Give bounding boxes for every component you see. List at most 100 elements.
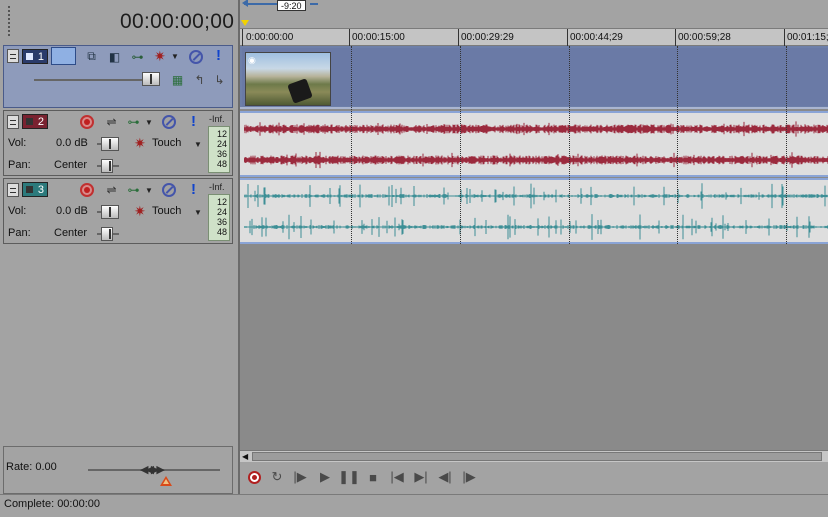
scrollbar-thumb[interactable] <box>252 452 822 461</box>
volume-label: Vol: <box>8 205 27 217</box>
automation-dropdown-icon[interactable]: ▼ <box>194 140 202 149</box>
volume-slider-handle[interactable] <box>101 205 119 219</box>
time-display: 00:00:00;00 <box>120 10 235 33</box>
make-parent-icon[interactable]: ↰ <box>192 72 207 87</box>
loop-start-icon[interactable] <box>242 0 248 7</box>
status-bar: Complete: 00:00:00 <box>0 494 828 517</box>
previous-frame-button[interactable]: ◀| <box>436 469 454 485</box>
marker-bar[interactable]: -9:20 <box>240 0 828 28</box>
solo-button[interactable]: ! <box>216 47 221 64</box>
next-frame-button[interactable]: |▶ <box>460 469 478 485</box>
track-motion-icon[interactable]: ⧉ <box>84 49 99 64</box>
meter-mark: 24 <box>216 207 227 217</box>
track-collapse-button[interactable] <box>7 49 19 63</box>
automation-dropdown-icon[interactable]: ▼ <box>171 52 179 61</box>
loop-region-end[interactable] <box>310 3 318 5</box>
audio-level-meter: 12 24 36 48 <box>208 126 230 173</box>
track-collapse-button[interactable] <box>7 115 19 129</box>
audio-track-2-header[interactable]: 2 ⇌ ⊶ ▼ ! -Inf. Vol: 0.0 dB ✷ Touch ▼ Pa… <box>3 110 233 176</box>
rate-marker-icon[interactable] <box>160 476 172 486</box>
gridline <box>786 46 787 244</box>
audio-track-2-lane[interactable] <box>240 111 828 177</box>
pan-label: Pan: <box>8 227 31 239</box>
ruler-label: 00:00:15:00 <box>352 32 405 43</box>
video-thumbnail: ◉ <box>245 52 331 106</box>
track-collapse-button[interactable] <box>7 183 19 197</box>
play-from-start-button[interactable]: |▶ <box>291 469 309 485</box>
audio-waveform-2[interactable] <box>244 113 828 175</box>
arm-record-button[interactable] <box>80 115 94 129</box>
gridline <box>677 46 678 244</box>
audio-track-3-header[interactable]: 3 ⇌ ⊶ ▼ ! -Inf. Vol: 0.0 dB ✷ Touch ▼ Pa… <box>3 178 233 244</box>
video-track-header[interactable]: 1 ⧉ ◧ ⊶ ✷ ▼ ! ▦ ↰ ↳ <box>3 45 233 108</box>
ruler-tick <box>784 29 785 46</box>
pan-slider-handle[interactable] <box>101 227 113 241</box>
ruler-tick <box>675 29 676 46</box>
automation-mode[interactable]: Touch <box>152 205 181 217</box>
panel-grip-handle[interactable] <box>8 6 14 36</box>
ruler-label: 00:00:29:29 <box>461 32 514 43</box>
video-event[interactable]: ◉ <box>242 48 828 106</box>
mute-button[interactable] <box>162 115 176 129</box>
go-to-start-button[interactable]: |◀ <box>388 469 406 485</box>
invert-phase-icon[interactable]: ⇌ <box>104 182 119 197</box>
automation-dropdown-icon[interactable]: ▼ <box>194 208 202 217</box>
track-name-field[interactable] <box>51 47 76 65</box>
solo-button[interactable]: ! <box>191 113 196 130</box>
loop-region-bar[interactable] <box>244 3 280 5</box>
playhead-marker-icon[interactable] <box>241 20 249 26</box>
audio-track-3-lane[interactable] <box>240 178 828 244</box>
gridline <box>460 46 461 244</box>
volume-label: Vol: <box>8 137 27 149</box>
arm-record-button[interactable] <box>80 183 94 197</box>
ruler-label: 00:00:44;29 <box>570 32 623 43</box>
mute-button[interactable] <box>189 50 203 64</box>
mute-button[interactable] <box>162 183 176 197</box>
go-to-end-button[interactable]: ▶| <box>412 469 430 485</box>
ruler-label: 00:00:59;28 <box>678 32 731 43</box>
automation-settings-icon[interactable]: ✷ <box>134 203 146 220</box>
pan-value: Center <box>54 227 88 239</box>
pan-slider-handle[interactable] <box>101 159 113 173</box>
track-fx-icon[interactable]: ⊶ <box>126 114 141 129</box>
time-ruler[interactable]: 0:00:00:00 00:00:15:00 00:00:29:29 00:00… <box>240 28 828 46</box>
level-slider-handle[interactable] <box>142 72 160 86</box>
compositor-icon[interactable]: ▦ <box>170 72 185 87</box>
ruler-tick <box>242 29 243 46</box>
track-fx-icon[interactable]: ⊶ <box>126 182 141 197</box>
horizontal-scrollbar[interactable]: ◀ <box>240 450 828 462</box>
volume-slider-handle[interactable] <box>101 137 119 151</box>
scroll-left-icon[interactable]: ◀ <box>242 452 248 461</box>
automation-mode[interactable]: Touch <box>152 137 181 149</box>
rate-slider-handle-icon[interactable]: ◀◀▶▶ <box>140 463 165 476</box>
ruler-tick <box>349 29 350 46</box>
automation-settings-icon[interactable]: ✷ <box>134 135 146 152</box>
ruler-label: 00:01:15;00 <box>787 32 828 43</box>
audio-level-meter: 12 24 36 48 <box>208 194 230 241</box>
loop-playback-button[interactable]: ↻ <box>268 469 286 485</box>
meter-mark: 36 <box>216 217 227 227</box>
meter-mark: 48 <box>216 227 227 237</box>
volume-value: 0.0 dB <box>56 205 88 217</box>
stop-button[interactable]: ■ <box>364 469 382 485</box>
meter-peak-label: -Inf. <box>209 114 225 124</box>
record-button[interactable] <box>245 469 263 485</box>
ruler-label: 0:00:00:00 <box>246 32 294 43</box>
video-track-lane[interactable]: ◉ <box>240 46 828 109</box>
track-fx-icon[interactable]: ⊶ <box>130 49 145 64</box>
invert-phase-icon[interactable]: ⇌ <box>104 114 119 129</box>
ruler-tick <box>458 29 459 46</box>
audio-waveform-3[interactable] <box>244 180 828 242</box>
play-button[interactable]: ▶ <box>316 469 334 485</box>
solo-button[interactable]: ! <box>191 181 196 198</box>
compositing-mode-icon[interactable]: ◧ <box>107 49 122 64</box>
fx-dropdown-icon[interactable]: ▼ <box>145 186 153 195</box>
fx-dropdown-icon[interactable]: ▼ <box>145 118 153 127</box>
make-child-icon[interactable]: ↳ <box>212 72 227 87</box>
event-fx-icon[interactable]: ◉ <box>248 55 256 66</box>
transport-bar: ↻ |▶ ▶ ❚❚ ■ |◀ ▶| ◀| |▶ <box>240 462 828 494</box>
automation-settings-icon[interactable]: ✷ <box>154 48 166 65</box>
status-text: Complete: 00:00:00 <box>4 498 101 510</box>
timeline-area[interactable]: -9:20 0:00:00:00 00:00:15:00 00:00:29:29… <box>238 0 828 517</box>
pause-button[interactable]: ❚❚ <box>338 469 360 485</box>
